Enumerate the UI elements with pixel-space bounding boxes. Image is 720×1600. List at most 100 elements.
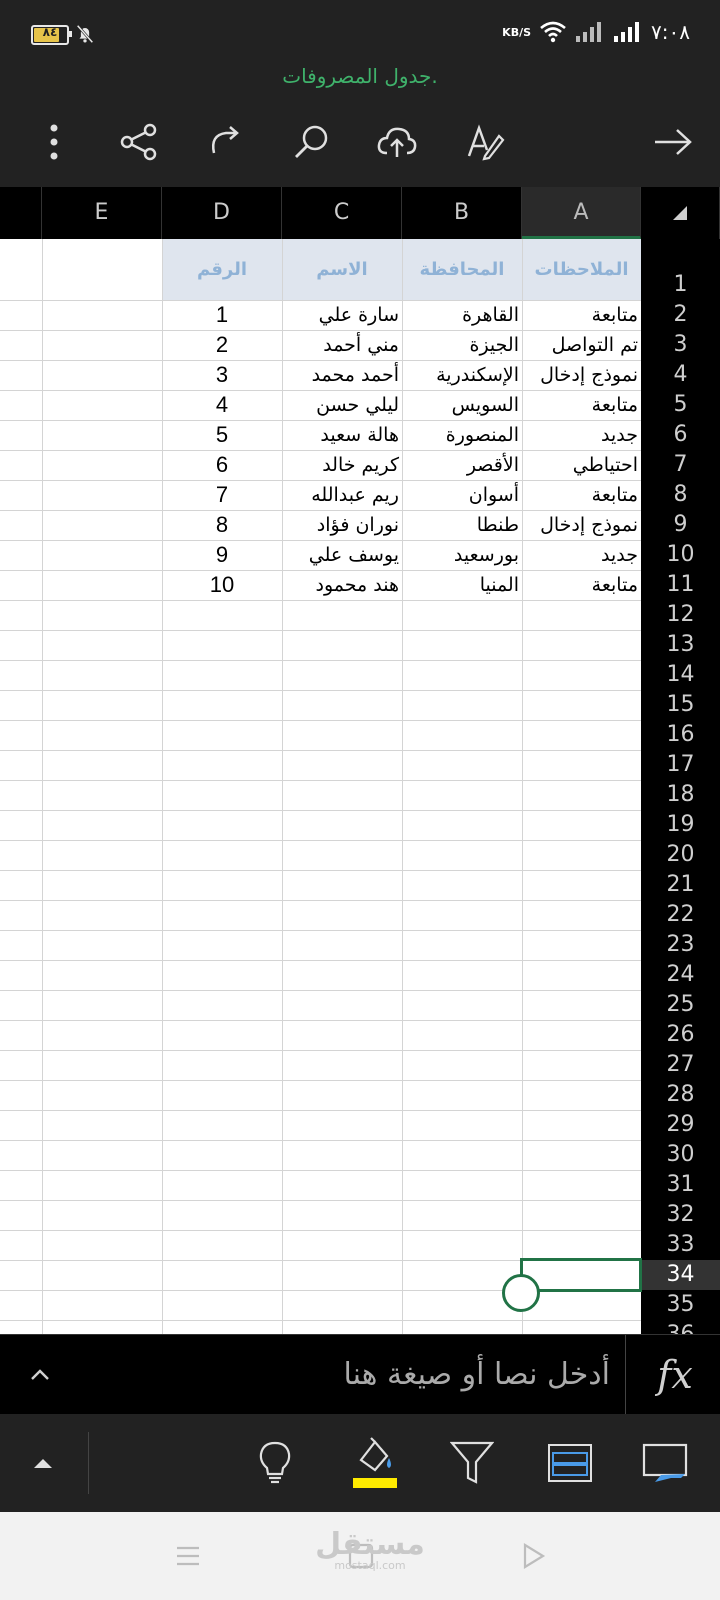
- more-options-icon[interactable]: [32, 120, 76, 164]
- row-number[interactable]: 18: [641, 780, 720, 810]
- row-number[interactable]: 14: [641, 660, 720, 690]
- function-button[interactable]: fx: [640, 1345, 710, 1405]
- comment-icon[interactable]: [638, 1436, 692, 1490]
- cell-d2[interactable]: 1: [162, 300, 282, 330]
- row-number[interactable]: 27: [641, 1050, 720, 1080]
- cell-b7[interactable]: الأقصر: [402, 450, 522, 480]
- back-nav-icon[interactable]: [513, 1536, 553, 1576]
- share-icon[interactable]: [117, 120, 161, 164]
- cell-c11[interactable]: هند محمود: [282, 570, 402, 600]
- cell-b11[interactable]: المنيا: [402, 570, 522, 600]
- column-header-offscreen[interactable]: [0, 187, 42, 239]
- row-number[interactable]: 13: [641, 630, 720, 660]
- selection-handle[interactable]: [502, 1274, 540, 1312]
- cell-c3[interactable]: مني أحمد: [282, 330, 402, 360]
- row-number[interactable]: 21: [641, 870, 720, 900]
- cell-c9[interactable]: نوران فؤاد: [282, 510, 402, 540]
- row-number[interactable]: 36: [641, 1320, 720, 1334]
- cloud-upload-icon[interactable]: [375, 120, 419, 164]
- cell-b4[interactable]: الإسكندرية: [402, 360, 522, 390]
- cell-a3[interactable]: تم التواصل: [522, 330, 641, 360]
- row-number[interactable]: 5: [641, 390, 720, 420]
- row-number[interactable]: 28: [641, 1080, 720, 1110]
- row-number[interactable]: 32: [641, 1200, 720, 1230]
- row-number[interactable]: 2: [641, 300, 720, 330]
- cell-b2[interactable]: القاهرة: [402, 300, 522, 330]
- cell-a5[interactable]: متابعة: [522, 390, 641, 420]
- row-number[interactable]: 9: [641, 510, 720, 540]
- row-number[interactable]: 19: [641, 810, 720, 840]
- cell-d4[interactable]: 3: [162, 360, 282, 390]
- cell-c8[interactable]: ريم عبدالله: [282, 480, 402, 510]
- cell-a2[interactable]: متابعة: [522, 300, 641, 330]
- row-number[interactable]: 24: [641, 960, 720, 990]
- freeze-panes-icon[interactable]: [543, 1436, 597, 1490]
- cell-d5[interactable]: 4: [162, 390, 282, 420]
- cell-d9[interactable]: 8: [162, 510, 282, 540]
- cell-c10[interactable]: يوسف علي: [282, 540, 402, 570]
- cell-c7[interactable]: كريم خالد: [282, 450, 402, 480]
- cell-b6[interactable]: المنصورة: [402, 420, 522, 450]
- column-header-d[interactable]: D: [162, 187, 282, 239]
- row-number[interactable]: 23: [641, 930, 720, 960]
- cell-d11[interactable]: 10: [162, 570, 282, 600]
- header-cell-name[interactable]: الاسم: [282, 239, 402, 300]
- row-number[interactable]: 16: [641, 720, 720, 750]
- format-text-icon[interactable]: [463, 120, 507, 164]
- document-title[interactable]: جدول المصروفات.: [0, 62, 720, 90]
- search-icon[interactable]: [289, 120, 333, 164]
- cell-c2[interactable]: سارة علي: [282, 300, 402, 330]
- cell-c5[interactable]: ليلي حسن: [282, 390, 402, 420]
- column-header-c[interactable]: C: [282, 187, 402, 239]
- column-header-e[interactable]: E: [42, 187, 162, 239]
- cell-a11[interactable]: متابعة: [522, 570, 641, 600]
- lightbulb-icon[interactable]: [248, 1436, 302, 1490]
- spreadsheet-grid[interactable]: E D C B A 1 2 3 4 5 6 7 8 9 10 11 12 13 14 15 16 17 18 19 2…: [0, 187, 720, 1334]
- row-number[interactable]: 34: [641, 1260, 720, 1290]
- row-number[interactable]: 11: [641, 570, 720, 600]
- row-number[interactable]: 12: [641, 600, 720, 630]
- row-number[interactable]: 22: [641, 900, 720, 930]
- row-number[interactable]: 20: [641, 840, 720, 870]
- expand-ribbon-icon[interactable]: [16, 1436, 70, 1490]
- cell-a10[interactable]: جديد: [522, 540, 641, 570]
- cell-b8[interactable]: أسوان: [402, 480, 522, 510]
- filter-icon[interactable]: [445, 1436, 499, 1490]
- header-cell-number[interactable]: الرقم: [162, 239, 282, 300]
- row-number[interactable]: 31: [641, 1170, 720, 1200]
- cell-a8[interactable]: متابعة: [522, 480, 641, 510]
- cell-a4[interactable]: نموذج إدخال: [522, 360, 641, 390]
- cell-b5[interactable]: السويس: [402, 390, 522, 420]
- cell-a7[interactable]: احتياطي: [522, 450, 641, 480]
- row-number[interactable]: 30: [641, 1140, 720, 1170]
- row-number[interactable]: 15: [641, 690, 720, 720]
- row-number[interactable]: 4: [641, 360, 720, 390]
- column-header-b[interactable]: B: [402, 187, 522, 239]
- chevron-up-icon[interactable]: [28, 1363, 52, 1387]
- cell-d3[interactable]: 2: [162, 330, 282, 360]
- header-cell-notes[interactable]: الملاحظات: [522, 239, 641, 300]
- redo-icon[interactable]: [203, 120, 247, 164]
- row-number[interactable]: 10: [641, 540, 720, 570]
- cell-c4[interactable]: أحمد محمد: [282, 360, 402, 390]
- row-number[interactable]: 3: [641, 330, 720, 360]
- row-number[interactable]: 26: [641, 1020, 720, 1050]
- header-cell-governorate[interactable]: المحافظة: [402, 239, 522, 300]
- cell-d7[interactable]: 6: [162, 450, 282, 480]
- row-number[interactable]: 17: [641, 750, 720, 780]
- row-number[interactable]: 7: [641, 450, 720, 480]
- row-number[interactable]: 1: [641, 239, 720, 300]
- fill-color-icon[interactable]: [348, 1436, 402, 1490]
- cell-a6[interactable]: جديد: [522, 420, 641, 450]
- formula-input[interactable]: أدخل نصا أو صيغة هنا: [90, 1335, 610, 1415]
- forward-arrow-icon[interactable]: [651, 120, 695, 164]
- cell-b3[interactable]: الجيزة: [402, 330, 522, 360]
- cell-d8[interactable]: 7: [162, 480, 282, 510]
- menu-nav-icon[interactable]: [168, 1536, 208, 1576]
- row-number[interactable]: 29: [641, 1110, 720, 1140]
- cell-c6[interactable]: هالة سعيد: [282, 420, 402, 450]
- cell-d10[interactable]: 9: [162, 540, 282, 570]
- row-number[interactable]: 33: [641, 1230, 720, 1260]
- row-number[interactable]: 6: [641, 420, 720, 450]
- row-number[interactable]: 35: [641, 1290, 720, 1320]
